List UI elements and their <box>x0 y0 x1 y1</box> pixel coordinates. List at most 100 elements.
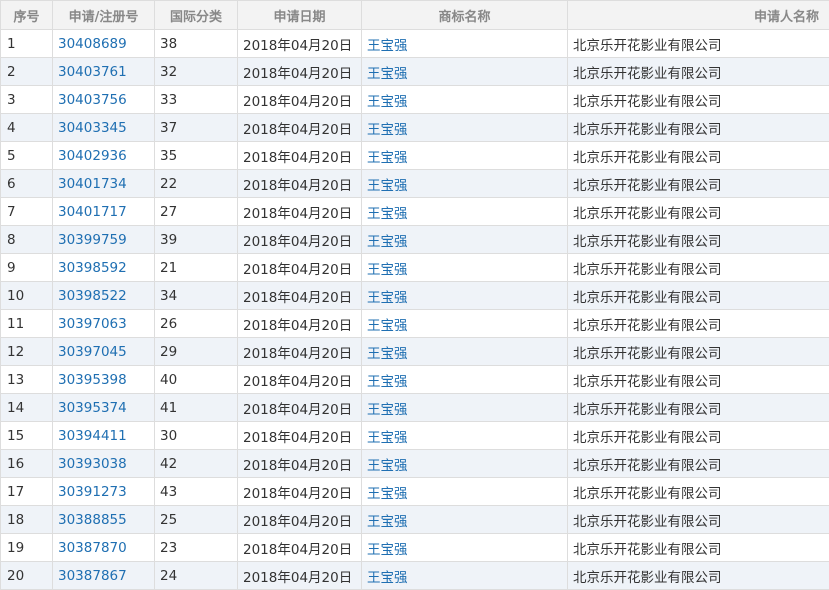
class-cell: 38 <box>155 30 238 58</box>
registration-number-cell: 30398592 <box>53 254 155 282</box>
column-header-index[interactable]: 序号 <box>1 1 53 30</box>
trademark-name-link[interactable]: 王宝强 <box>367 290 408 306</box>
applicant-cell: 北京乐开花影业有限公司 <box>568 58 829 86</box>
trademark-name-cell: 王宝强 <box>362 30 568 58</box>
trademark-name-link[interactable]: 王宝强 <box>367 178 408 194</box>
applicant-cell: 北京乐开花影业有限公司 <box>568 170 829 198</box>
trademark-name-link[interactable]: 王宝强 <box>367 66 408 82</box>
class-cell: 35 <box>155 142 238 170</box>
column-header-date[interactable]: 申请日期 <box>238 1 362 30</box>
registration-number-cell: 30391273 <box>53 478 155 506</box>
row-index: 15 <box>1 422 53 450</box>
trademark-name-link[interactable]: 王宝强 <box>367 458 408 474</box>
trademark-name-link[interactable]: 王宝强 <box>367 570 408 586</box>
row-index: 14 <box>1 394 53 422</box>
column-header-applicant[interactable]: 申请人名称 <box>568 1 829 30</box>
registration-number-cell: 30393038 <box>53 450 155 478</box>
registration-number-link[interactable]: 30403345 <box>58 120 127 136</box>
row-index: 19 <box>1 534 53 562</box>
registration-number-link[interactable]: 30402936 <box>58 148 127 164</box>
registration-number-link[interactable]: 30391273 <box>58 484 127 500</box>
table-row: 730401717272018年04月20日王宝强北京乐开花影业有限公司 <box>1 198 829 226</box>
registration-number-link[interactable]: 30401734 <box>58 176 127 192</box>
applicant-cell: 北京乐开花影业有限公司 <box>568 310 829 338</box>
applicant-cell: 北京乐开花影业有限公司 <box>568 506 829 534</box>
trademark-name-link[interactable]: 王宝强 <box>367 262 408 278</box>
trademark-name-cell: 王宝强 <box>362 506 568 534</box>
date-cell: 2018年04月20日 <box>238 450 362 478</box>
trademark-name-link[interactable]: 王宝强 <box>367 486 408 502</box>
column-header-reg-no[interactable]: 申请/注册号 <box>53 1 155 30</box>
class-cell: 39 <box>155 226 238 254</box>
registration-number-link[interactable]: 30398522 <box>58 288 127 304</box>
trademark-name-link[interactable]: 王宝强 <box>367 318 408 334</box>
trademark-name-link[interactable]: 王宝强 <box>367 430 408 446</box>
column-header-class[interactable]: 国际分类 <box>155 1 238 30</box>
table-row: 930398592212018年04月20日王宝强北京乐开花影业有限公司 <box>1 254 829 282</box>
trademark-name-link[interactable]: 王宝强 <box>367 374 408 390</box>
registration-number-link[interactable]: 30393038 <box>58 456 127 472</box>
table-row: 1230397045292018年04月20日王宝强北京乐开花影业有限公司 <box>1 338 829 366</box>
registration-number-cell: 30394411 <box>53 422 155 450</box>
registration-number-link[interactable]: 30397045 <box>58 344 127 360</box>
trademark-name-link[interactable]: 王宝强 <box>367 150 408 166</box>
table-row: 1130397063262018年04月20日王宝强北京乐开花影业有限公司 <box>1 310 829 338</box>
row-index: 5 <box>1 142 53 170</box>
applicant-cell: 北京乐开花影业有限公司 <box>568 338 829 366</box>
date-cell: 2018年04月20日 <box>238 114 362 142</box>
registration-number-cell: 30387870 <box>53 534 155 562</box>
registration-number-link[interactable]: 30399759 <box>58 232 127 248</box>
row-index: 12 <box>1 338 53 366</box>
table-row: 1630393038422018年04月20日王宝强北京乐开花影业有限公司 <box>1 450 829 478</box>
registration-number-link[interactable]: 30397063 <box>58 316 127 332</box>
registration-number-link[interactable]: 30388855 <box>58 512 127 528</box>
trademark-name-cell: 王宝强 <box>362 534 568 562</box>
registration-number-link[interactable]: 30395374 <box>58 400 127 416</box>
trademark-name-link[interactable]: 王宝强 <box>367 346 408 362</box>
registration-number-link[interactable]: 30387870 <box>58 540 127 556</box>
date-cell: 2018年04月20日 <box>238 310 362 338</box>
trademark-name-cell: 王宝强 <box>362 226 568 254</box>
table-body: 130408689382018年04月20日王宝强北京乐开花影业有限公司2304… <box>1 30 829 590</box>
table-row: 1530394411302018年04月20日王宝强北京乐开花影业有限公司 <box>1 422 829 450</box>
trademark-name-link[interactable]: 王宝强 <box>367 542 408 558</box>
trademark-name-link[interactable]: 王宝强 <box>367 206 408 222</box>
trademark-name-cell: 王宝强 <box>362 422 568 450</box>
registration-number-link[interactable]: 30395398 <box>58 372 127 388</box>
trademark-name-link[interactable]: 王宝强 <box>367 234 408 250</box>
class-cell: 27 <box>155 198 238 226</box>
date-cell: 2018年04月20日 <box>238 366 362 394</box>
registration-number-link[interactable]: 30398592 <box>58 260 127 276</box>
date-cell: 2018年04月20日 <box>238 170 362 198</box>
table-row: 1730391273432018年04月20日王宝强北京乐开花影业有限公司 <box>1 478 829 506</box>
table-row: 130408689382018年04月20日王宝强北京乐开花影业有限公司 <box>1 30 829 58</box>
registration-number-link[interactable]: 30403756 <box>58 92 127 108</box>
date-cell: 2018年04月20日 <box>238 30 362 58</box>
registration-number-cell: 30397045 <box>53 338 155 366</box>
registration-number-link[interactable]: 30387867 <box>58 568 127 584</box>
trademark-name-link[interactable]: 王宝强 <box>367 402 408 418</box>
registration-number-link[interactable]: 30394411 <box>58 428 127 444</box>
trademark-name-link[interactable]: 王宝强 <box>367 94 408 110</box>
row-index: 8 <box>1 226 53 254</box>
applicant-cell: 北京乐开花影业有限公司 <box>568 562 829 590</box>
registration-number-link[interactable]: 30408689 <box>58 36 127 52</box>
applicant-cell: 北京乐开花影业有限公司 <box>568 282 829 310</box>
column-header-name[interactable]: 商标名称 <box>362 1 568 30</box>
trademark-name-link[interactable]: 王宝强 <box>367 122 408 138</box>
registration-number-cell: 30401734 <box>53 170 155 198</box>
trademark-name-link[interactable]: 王宝强 <box>367 38 408 54</box>
row-index: 10 <box>1 282 53 310</box>
registration-number-cell: 30403345 <box>53 114 155 142</box>
table-row: 1830388855252018年04月20日王宝强北京乐开花影业有限公司 <box>1 506 829 534</box>
class-cell: 34 <box>155 282 238 310</box>
registration-number-link[interactable]: 30401717 <box>58 204 127 220</box>
row-index: 2 <box>1 58 53 86</box>
applicant-cell: 北京乐开花影业有限公司 <box>568 478 829 506</box>
class-cell: 24 <box>155 562 238 590</box>
row-index: 6 <box>1 170 53 198</box>
registration-number-link[interactable]: 30403761 <box>58 64 127 80</box>
trademark-name-link[interactable]: 王宝强 <box>367 514 408 530</box>
registration-number-cell: 30408689 <box>53 30 155 58</box>
registration-number-cell: 30397063 <box>53 310 155 338</box>
